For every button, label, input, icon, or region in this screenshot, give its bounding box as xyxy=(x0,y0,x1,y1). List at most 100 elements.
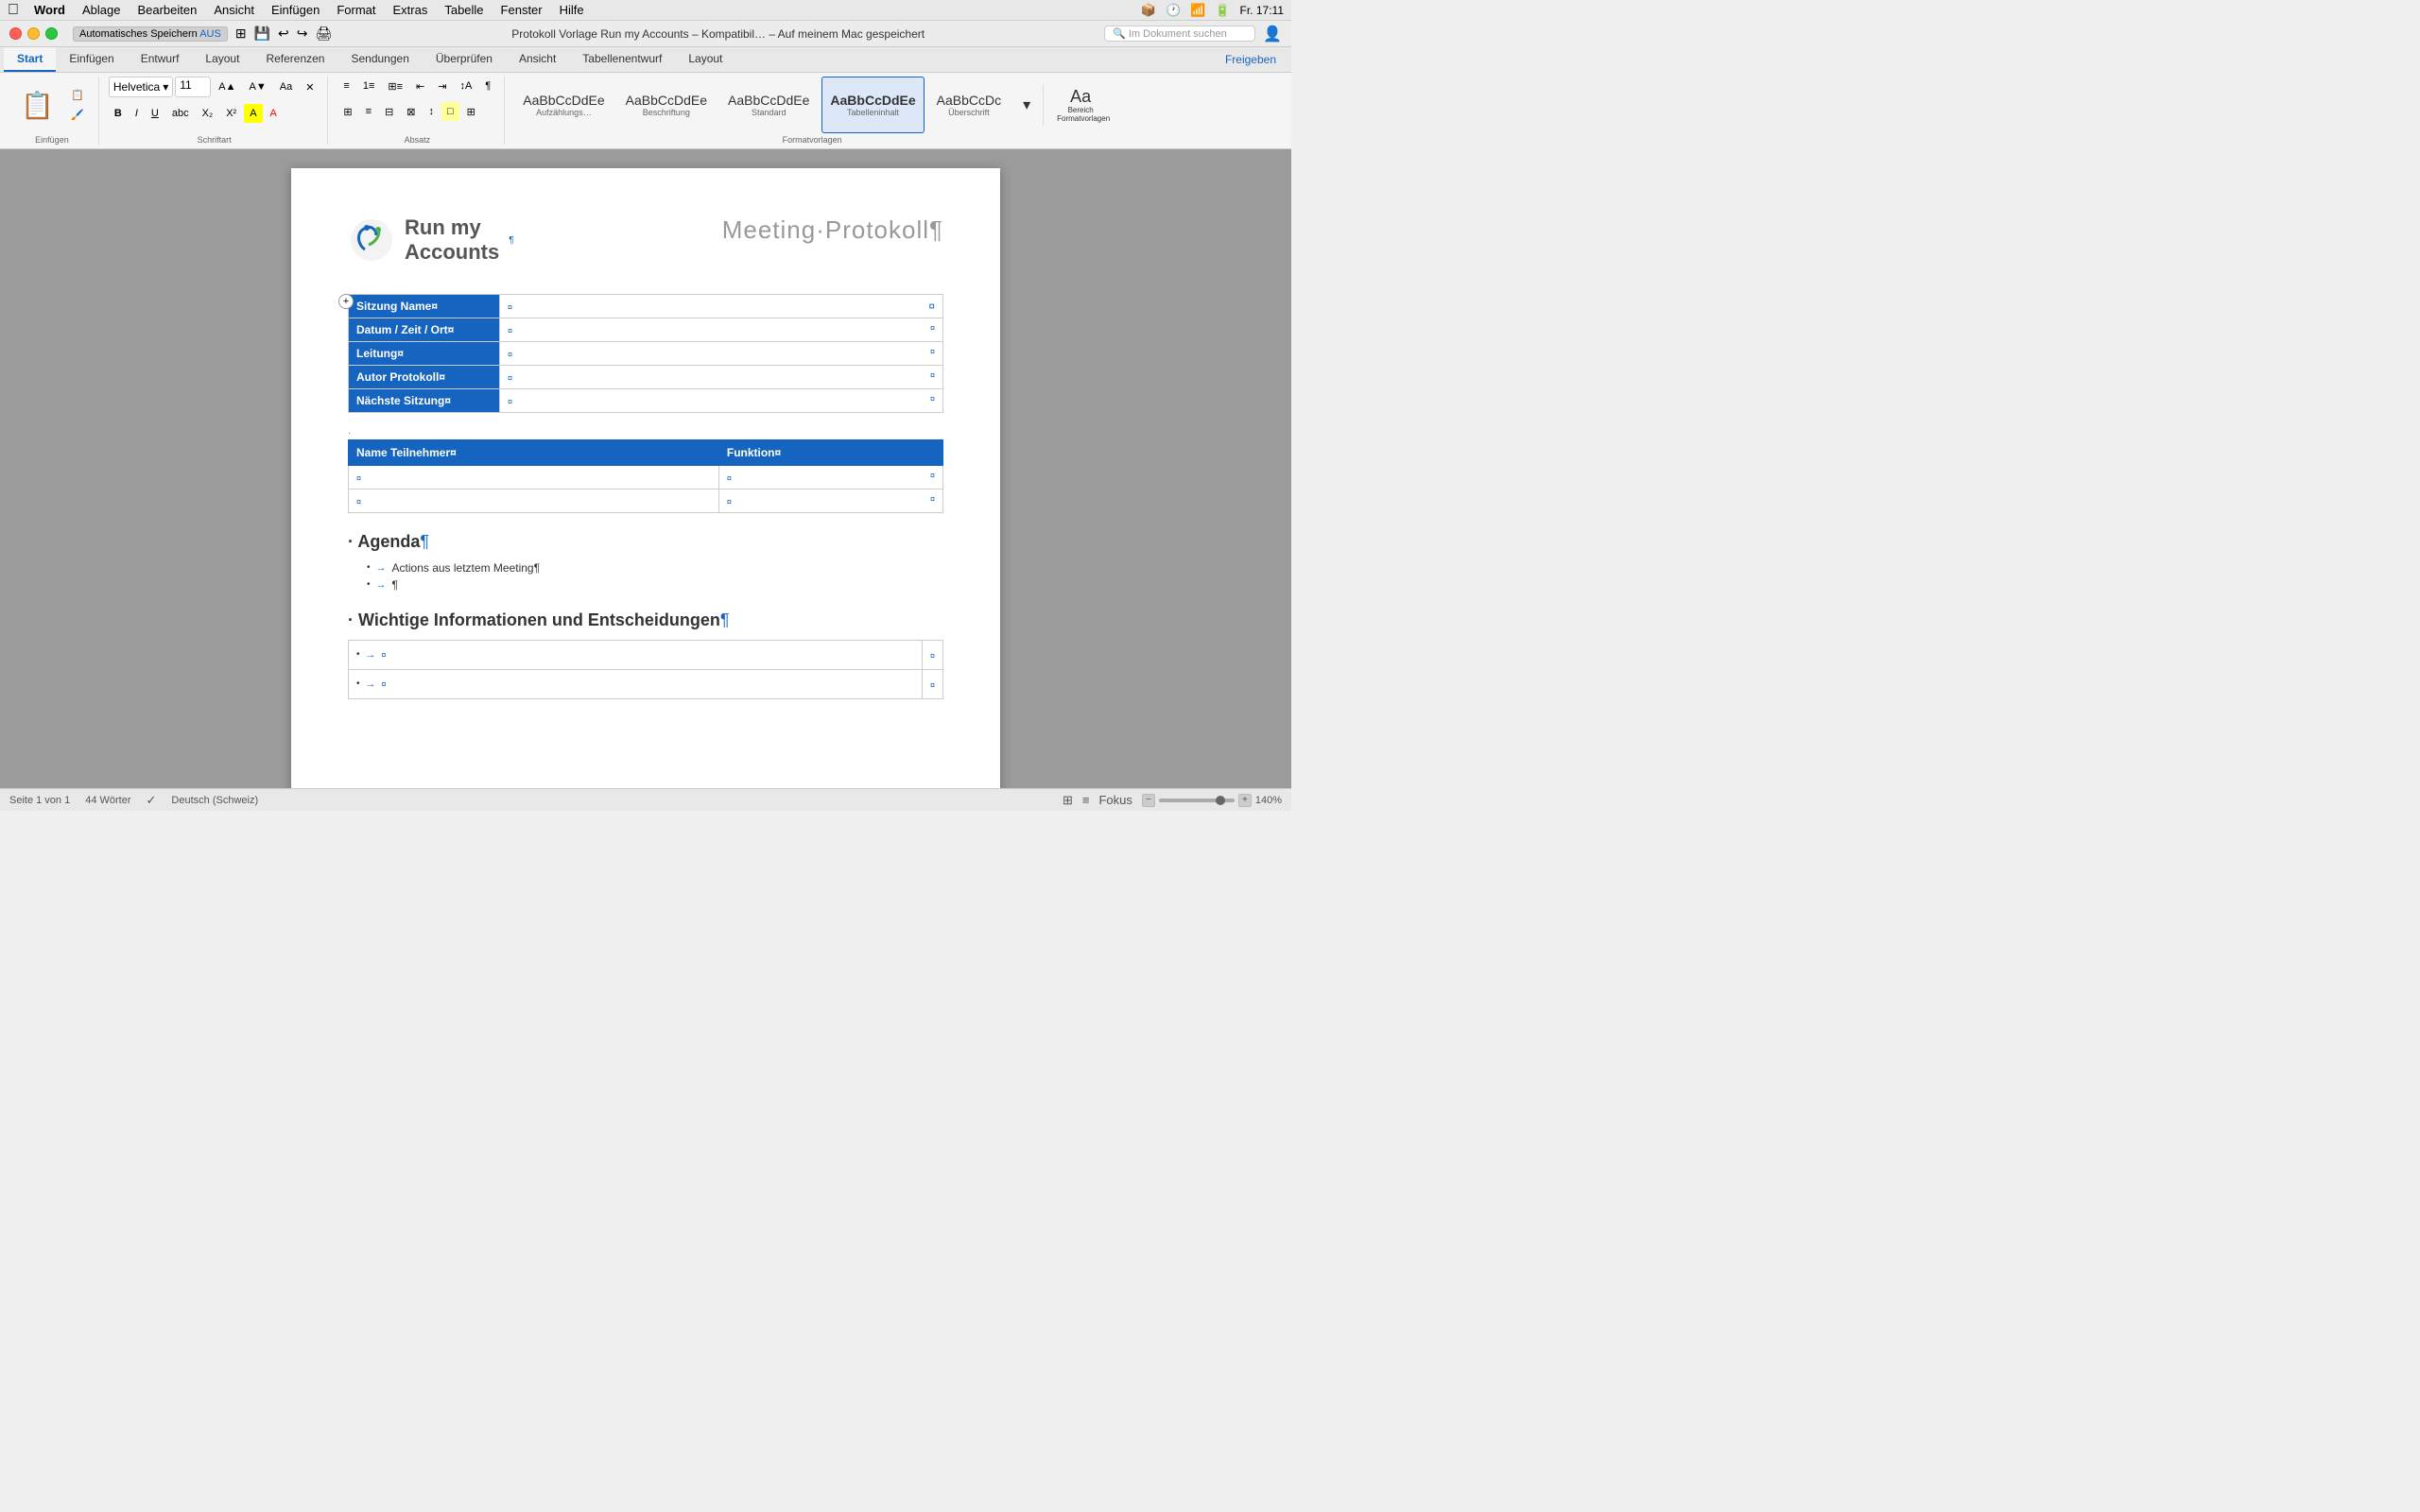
outline-view-icon[interactable]: ≡ xyxy=(1082,793,1090,807)
tab-layout2[interactable]: Layout xyxy=(675,47,735,72)
participant-name-2[interactable]: ¤ xyxy=(349,489,719,512)
superscript-button[interactable]: X² xyxy=(220,104,242,123)
style-standard[interactable]: AaBbCcDdEe Standard xyxy=(719,77,818,133)
table-row: ¤ ¤ ¤ xyxy=(349,489,943,512)
fullscreen-button[interactable] xyxy=(45,27,58,40)
toolbar-icon-save[interactable]: 💾 xyxy=(254,26,270,42)
table-add-button[interactable]: + xyxy=(338,294,354,309)
shading-btn[interactable]: □ xyxy=(441,102,459,121)
participant-funktion-1[interactable]: ¤ ¤ xyxy=(718,465,942,489)
document-search-box[interactable]: 🔍 Im Dokument suchen xyxy=(1104,26,1255,42)
underline-button[interactable]: U xyxy=(146,104,164,123)
clear-format-btn[interactable]: ✕ xyxy=(300,77,320,96)
close-button[interactable] xyxy=(9,27,22,40)
status-bar: Seite 1 von 1 44 Wörter ✓ Deutsch (Schwe… xyxy=(0,788,1291,811)
zoom-control: − + 140% xyxy=(1142,794,1282,807)
align-left-btn[interactable]: ⊞ xyxy=(337,102,357,121)
sort-btn[interactable]: ↕A xyxy=(454,77,477,95)
table-row: Datum / Zeit / Ort¤ ¤ ¤ xyxy=(349,318,943,341)
menu-ablage[interactable]: Ablage xyxy=(75,1,128,19)
toolbar-icon-print-layout[interactable]: ⊞ xyxy=(235,26,247,42)
bullet-dot-2: • xyxy=(367,579,371,590)
info-box-cell-1[interactable]: • → ¤ xyxy=(349,640,923,669)
toolbar-icon-redo[interactable]: ↪ xyxy=(297,26,308,42)
tab-start[interactable]: Start xyxy=(4,47,56,72)
tab-sendungen[interactable]: Sendungen xyxy=(337,47,422,72)
language-indicator[interactable]: Deutsch (Schweiz) xyxy=(171,795,258,806)
tab-ueberprufen[interactable]: Überprüfen xyxy=(423,47,506,72)
menu-einfuegen[interactable]: Einfügen xyxy=(264,1,327,19)
strikethrough-button[interactable]: abc xyxy=(166,104,195,123)
subscript-button[interactable]: X₂ xyxy=(197,104,219,123)
participant-funktion-2[interactable]: ¤ ¤ xyxy=(718,489,942,512)
decrease-indent-btn[interactable]: ⇤ xyxy=(410,77,430,95)
spelling-check-icon[interactable]: ✓ xyxy=(147,793,157,808)
increase-indent-btn[interactable]: ⇥ xyxy=(432,77,452,95)
toolbar-icon-print[interactable]: 🖨 xyxy=(315,26,332,42)
italic-button[interactable]: I xyxy=(130,104,144,123)
menu-fenster[interactable]: Fenster xyxy=(493,1,550,19)
font-color-btn[interactable]: A xyxy=(265,104,283,123)
user-icon[interactable]: 👤 xyxy=(1263,25,1282,43)
bereich-formatvorlagen-btn[interactable]: Aa Bereich Formatvorlagen xyxy=(1051,84,1110,127)
line-spacing-btn[interactable]: ↕ xyxy=(424,102,441,121)
multilevel-list-btn[interactable]: ⊞≡ xyxy=(382,77,408,95)
justify-btn[interactable]: ⊠ xyxy=(401,102,421,121)
toolbar-icon-undo[interactable]: ↩ xyxy=(278,26,289,42)
font-name-selector[interactable]: Helvetica ▾ xyxy=(109,77,173,97)
autosave-toggle[interactable]: Automatisches Speichern AUS xyxy=(73,26,228,42)
menu-hilfe[interactable]: Hilfe xyxy=(552,1,592,19)
style-aufzaehlung[interactable]: AaBbCcDdEe Aufzählungs… xyxy=(514,77,613,133)
tab-entwurf[interactable]: Entwurf xyxy=(128,47,193,72)
zoom-slider[interactable] xyxy=(1159,799,1235,802)
menu-ansicht[interactable]: Ansicht xyxy=(206,1,262,19)
info-box-cell-2[interactable]: • → ¤ xyxy=(349,669,923,698)
numbered-list-btn[interactable]: 1≡ xyxy=(357,77,381,95)
value-naechste-sitzung[interactable]: ¤ ¤ xyxy=(500,388,943,412)
value-sitzung-name[interactable]: ¤ ¤ xyxy=(500,294,943,318)
text-highlight-btn[interactable]: A xyxy=(244,104,262,123)
tab-einfuegen[interactable]: Einfügen xyxy=(56,47,127,72)
menu-tabelle[interactable]: Tabelle xyxy=(437,1,491,19)
align-right-btn[interactable]: ⊟ xyxy=(379,102,399,121)
show-formatting-btn[interactable]: ¶ xyxy=(479,77,496,95)
value-leitung[interactable]: ¤ ¤ xyxy=(500,341,943,365)
tab-ansicht[interactable]: Ansicht xyxy=(506,47,569,72)
align-center-btn[interactable]: ≡ xyxy=(360,102,377,121)
focus-button[interactable]: Fokus xyxy=(1098,793,1132,807)
minimize-button[interactable] xyxy=(27,27,40,40)
value-datum[interactable]: ¤ ¤ xyxy=(500,318,943,341)
value-autor[interactable]: ¤ ¤ xyxy=(500,365,943,388)
tab-referenzen[interactable]: Referenzen xyxy=(252,47,337,72)
zoom-in-button[interactable]: + xyxy=(1238,794,1252,807)
tab-tabellenentwurf[interactable]: Tabellenentwurf xyxy=(569,47,675,72)
share-button[interactable]: Freigeben xyxy=(1214,50,1288,69)
menu-extras[interactable]: Extras xyxy=(386,1,436,19)
increase-font-btn[interactable]: A▲ xyxy=(213,77,241,96)
menu-word[interactable]: Word xyxy=(26,1,73,19)
bold-button[interactable]: B xyxy=(109,104,128,123)
zoom-thumb[interactable] xyxy=(1216,796,1225,805)
layout-view-icon[interactable]: ⊞ xyxy=(1063,793,1073,808)
zoom-out-button[interactable]: − xyxy=(1142,794,1155,807)
style-ueberschrift[interactable]: AaBbCcDc Überschrift xyxy=(928,77,1010,133)
einfuegen-label: Einfügen xyxy=(35,135,69,145)
participant-name-1[interactable]: ¤ xyxy=(349,465,719,489)
styles-more-btn[interactable]: ▾ xyxy=(1013,93,1040,117)
decrease-font-btn[interactable]: A▼ xyxy=(244,77,272,96)
wichtige-heading: · Wichtige Informationen und Entscheidun… xyxy=(348,610,943,630)
menu-format[interactable]: Format xyxy=(329,1,383,19)
borders-btn[interactable]: ⊞ xyxy=(461,102,481,121)
paste-button[interactable]: 📋 xyxy=(64,86,91,104)
format-painter[interactable]: 🖌️ xyxy=(64,106,91,124)
bullet-list-btn[interactable]: ≡ xyxy=(337,77,354,95)
menu-bearbeiten[interactable]: Bearbeiten xyxy=(130,1,204,19)
font-size-selector[interactable]: 11 xyxy=(175,77,211,97)
document-area[interactable]: Run my Accounts ¶ Meeting·Protokoll¶ + S… xyxy=(0,149,1291,788)
style-tabelleninhalt[interactable]: AaBbCcDdEe Tabelleninhalt xyxy=(821,77,924,133)
style-beschriftung[interactable]: AaBbCcDdEe Beschriftung xyxy=(617,77,716,133)
change-case-btn[interactable]: Aa xyxy=(274,77,298,96)
tab-layout[interactable]: Layout xyxy=(192,47,252,72)
einfuegen-button[interactable]: 📋 xyxy=(13,88,61,123)
apple-menu[interactable]:  xyxy=(8,2,19,19)
